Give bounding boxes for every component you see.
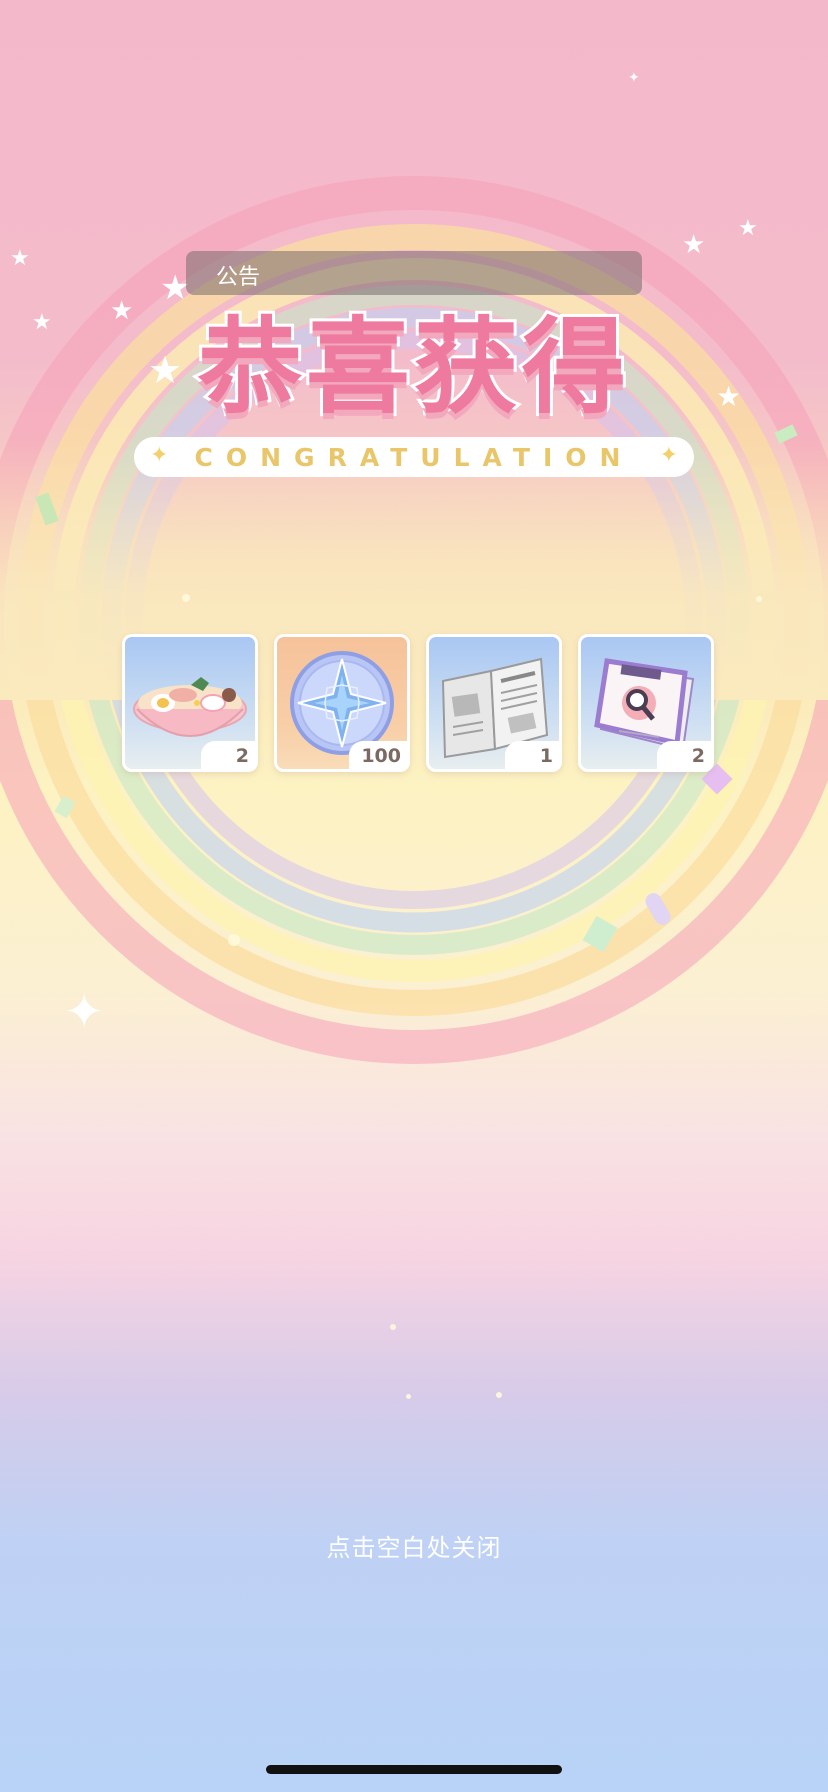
sparkle-icon: ✦ bbox=[64, 984, 105, 1040]
home-indicator[interactable] bbox=[266, 1765, 562, 1774]
reward-quantity: 2 bbox=[657, 741, 711, 769]
reward-quantity: 2 bbox=[201, 741, 255, 769]
star-icon: ★ bbox=[10, 246, 30, 271]
reward-quantity: 100 bbox=[349, 741, 407, 769]
sparkle-icon: ✦ bbox=[659, 443, 678, 468]
reward-item[interactable]: 100 bbox=[274, 634, 410, 772]
reward-list: 2 100 1 2 bbox=[122, 634, 714, 772]
congratulations-title: 恭喜获得 bbox=[195, 303, 630, 431]
glitter-dot bbox=[406, 1394, 411, 1399]
congratulation-banner: ✦ CONGRATULATION ✦ bbox=[134, 437, 694, 477]
glitter-dot bbox=[228, 934, 240, 946]
confetti bbox=[582, 915, 618, 953]
reward-item[interactable]: 2 bbox=[122, 634, 258, 772]
glitter-dot bbox=[182, 594, 190, 602]
glitter-dot bbox=[390, 1324, 396, 1330]
sparkle-icon: ✦ bbox=[150, 443, 169, 468]
glitter-dot bbox=[496, 1392, 502, 1398]
tap-blank-to-close-hint[interactable]: 点击空白处关闭 bbox=[0, 1528, 828, 1563]
confetti bbox=[642, 890, 674, 928]
reward-item[interactable]: 2 bbox=[578, 634, 714, 772]
sparkle-icon: ✦ bbox=[628, 70, 640, 86]
confetti bbox=[54, 795, 76, 819]
banner-text: CONGRATULATION bbox=[194, 442, 634, 472]
glitter-dot bbox=[756, 596, 762, 602]
reward-quantity: 1 bbox=[505, 741, 559, 769]
star-icon: ★ bbox=[738, 216, 758, 241]
star-icon: ★ bbox=[682, 230, 706, 260]
reward-item[interactable]: 1 bbox=[426, 634, 562, 772]
